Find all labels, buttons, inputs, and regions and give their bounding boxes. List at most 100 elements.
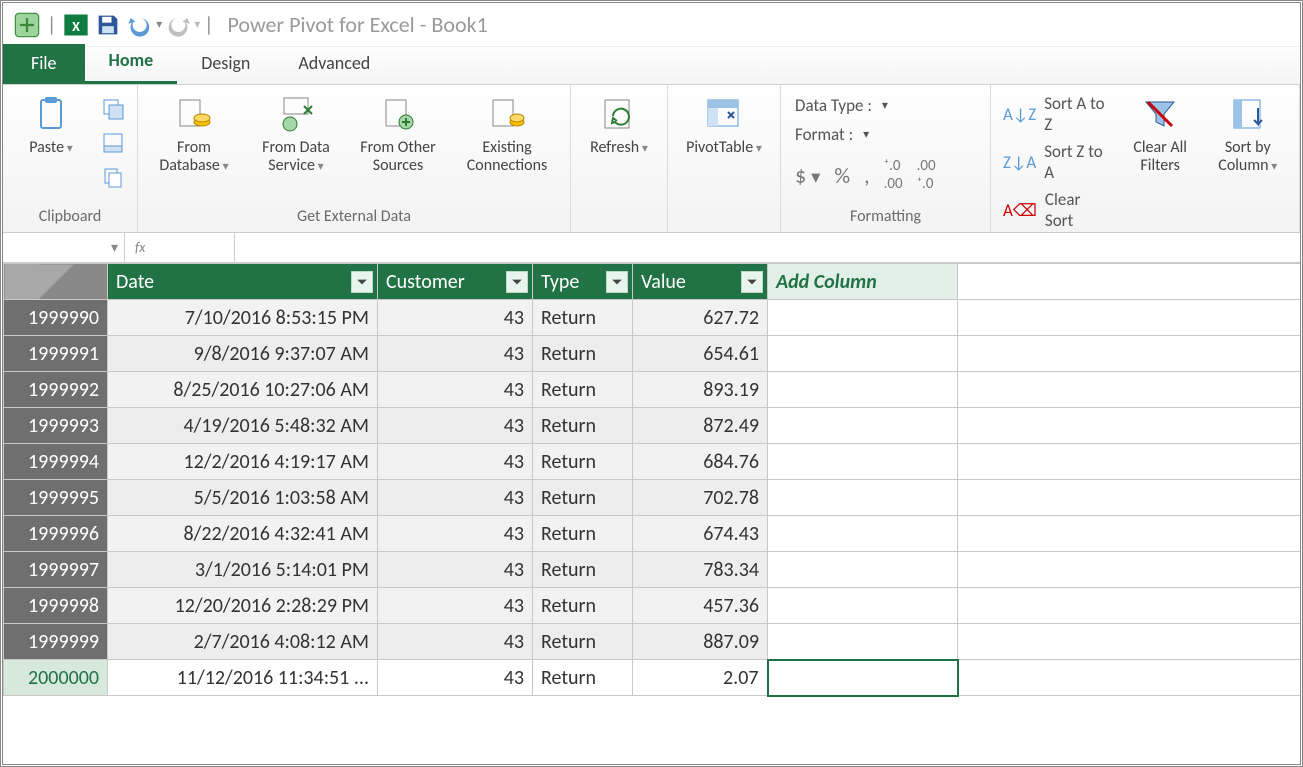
table-row[interactable]: 199999412/2/2016 4:19:17 AM43Return684.7… <box>4 444 1301 480</box>
cell-customer[interactable]: 43 <box>378 552 533 588</box>
cell-customer[interactable]: 43 <box>378 408 533 444</box>
row-header[interactable]: 1999994 <box>4 444 108 480</box>
from-data-service-button[interactable]: From Data Service <box>248 89 344 178</box>
from-database-button[interactable]: From Database <box>146 89 242 178</box>
table-row[interactable]: 19999973/1/2016 5:14:01 PM43Return783.34 <box>4 552 1301 588</box>
cell-value[interactable]: 887.09 <box>633 624 768 660</box>
sort-az-button[interactable]: A↓Z Sort A to Z <box>1003 93 1112 135</box>
cell-value[interactable]: 457.36 <box>633 588 768 624</box>
cell-type[interactable]: Return <box>533 660 633 696</box>
row-header[interactable]: 1999992 <box>4 372 108 408</box>
row-header[interactable]: 1999991 <box>4 336 108 372</box>
cell-value[interactable]: 702.78 <box>633 480 768 516</box>
table-row[interactable]: 19999955/5/2016 1:03:58 AM43Return702.78 <box>4 480 1301 516</box>
row-header[interactable]: 1999995 <box>4 480 108 516</box>
cell-type[interactable]: Return <box>533 444 633 480</box>
cell-customer[interactable]: 43 <box>378 624 533 660</box>
cell-customer[interactable]: 43 <box>378 588 533 624</box>
row-header[interactable]: 1999990 <box>4 300 108 336</box>
cell-type[interactable]: Return <box>533 408 633 444</box>
row-header[interactable]: 1999996 <box>4 516 108 552</box>
increase-decimal-icon[interactable]: ⁺.0.00 <box>884 157 903 193</box>
cell-customer[interactable]: 43 <box>378 336 533 372</box>
cell-date[interactable]: 5/5/2016 1:03:58 AM <box>108 480 378 516</box>
filter-value-icon[interactable] <box>741 271 763 293</box>
sort-za-button[interactable]: Z↓A Sort Z to A <box>1003 141 1112 183</box>
tab-file[interactable]: File <box>3 44 85 84</box>
cell-customer[interactable]: 43 <box>378 372 533 408</box>
redo-icon[interactable] <box>164 11 192 39</box>
cell-value[interactable]: 783.34 <box>633 552 768 588</box>
clear-all-filters-button[interactable]: Clear All Filters <box>1122 89 1199 178</box>
paste-button[interactable]: Paste <box>11 89 91 159</box>
cell-empty[interactable] <box>768 480 958 516</box>
cell-date[interactable]: 7/10/2016 8:53:15 PM <box>108 300 378 336</box>
cell-date[interactable]: 2/7/2016 4:08:12 AM <box>108 624 378 660</box>
add-column-header[interactable]: Add Column <box>768 264 958 300</box>
cell-customer[interactable]: 43 <box>378 516 533 552</box>
column-header-type[interactable]: Type <box>533 264 633 300</box>
cell-customer[interactable]: 43 <box>378 480 533 516</box>
fx-label[interactable]: fx <box>125 233 235 262</box>
undo-dropdown[interactable]: ▾ <box>156 17 162 32</box>
cell-type[interactable]: Return <box>533 372 633 408</box>
row-header[interactable]: 1999993 <box>4 408 108 444</box>
save-icon[interactable] <box>94 11 122 39</box>
row-header[interactable]: 1999999 <box>4 624 108 660</box>
cell-type[interactable]: Return <box>533 300 633 336</box>
table-row[interactable]: 19999968/22/2016 4:32:41 AM43Return674.4… <box>4 516 1301 552</box>
tab-design[interactable]: Design <box>177 44 274 84</box>
row-header[interactable]: 1999997 <box>4 552 108 588</box>
cell-value[interactable]: 627.72 <box>633 300 768 336</box>
cell-date[interactable]: 3/1/2016 5:14:01 PM <box>108 552 378 588</box>
cell-type[interactable]: Return <box>533 624 633 660</box>
pivottable-button[interactable]: PivotTable <box>676 89 772 159</box>
cell-customer[interactable]: 43 <box>378 660 533 696</box>
paste-replace-icon[interactable] <box>97 127 129 159</box>
cell-customer[interactable]: 43 <box>378 444 533 480</box>
currency-icon[interactable]: $ ▾ <box>795 162 820 189</box>
cell-date[interactable]: 4/19/2016 5:48:32 AM <box>108 408 378 444</box>
percent-icon[interactable]: % <box>834 162 850 189</box>
filter-customer-icon[interactable] <box>506 271 528 293</box>
cell-value[interactable]: 893.19 <box>633 372 768 408</box>
select-all-corner[interactable] <box>4 264 108 300</box>
cell-type[interactable]: Return <box>533 588 633 624</box>
redo-dropdown[interactable]: ▾ <box>194 17 200 32</box>
cell-value[interactable]: 872.49 <box>633 408 768 444</box>
table-row[interactable]: 200000011/12/2016 11:34:51 ...43Return2.… <box>4 660 1301 696</box>
cell-empty[interactable] <box>768 372 958 408</box>
cell-empty[interactable] <box>768 444 958 480</box>
cell-empty[interactable] <box>768 588 958 624</box>
sort-by-column-button[interactable]: Sort by Column <box>1205 89 1291 178</box>
existing-connections-button[interactable]: Existing Connections <box>452 89 562 178</box>
cell-date[interactable]: 12/2/2016 4:19:17 AM <box>108 444 378 480</box>
tab-advanced[interactable]: Advanced <box>274 44 394 84</box>
column-header-customer[interactable]: Customer <box>378 264 533 300</box>
cell-empty[interactable] <box>768 660 958 696</box>
comma-icon[interactable]: , <box>864 162 870 189</box>
clear-sort-button[interactable]: A⌫ Clear Sort <box>1003 189 1112 231</box>
filter-type-icon[interactable] <box>606 271 628 293</box>
cell-value[interactable]: 654.61 <box>633 336 768 372</box>
name-box[interactable]: ▾ <box>3 233 125 262</box>
cell-empty[interactable] <box>768 552 958 588</box>
table-row[interactable]: 19999928/25/2016 10:27:06 AM43Return893.… <box>4 372 1301 408</box>
cell-date[interactable]: 12/20/2016 2:28:29 PM <box>108 588 378 624</box>
undo-icon[interactable] <box>126 11 154 39</box>
excel-icon[interactable]: X <box>62 11 90 39</box>
formula-input[interactable] <box>235 233 1300 262</box>
cell-customer[interactable]: 43 <box>378 300 533 336</box>
cell-date[interactable]: 8/25/2016 10:27:06 AM <box>108 372 378 408</box>
refresh-button[interactable]: Refresh <box>579 89 659 159</box>
cell-type[interactable]: Return <box>533 552 633 588</box>
format-dropdown[interactable]: Format :▾ <box>795 122 936 147</box>
paste-append-icon[interactable] <box>97 93 129 125</box>
row-header[interactable]: 2000000 <box>4 660 108 696</box>
table-row[interactable]: 19999919/8/2016 9:37:07 AM43Return654.61 <box>4 336 1301 372</box>
table-row[interactable]: 19999907/10/2016 8:53:15 PM43Return627.7… <box>4 300 1301 336</box>
data-type-dropdown[interactable]: Data Type :▾ <box>795 93 936 118</box>
table-row[interactable]: 19999992/7/2016 4:08:12 AM43Return887.09 <box>4 624 1301 660</box>
cell-empty[interactable] <box>768 624 958 660</box>
cell-type[interactable]: Return <box>533 480 633 516</box>
